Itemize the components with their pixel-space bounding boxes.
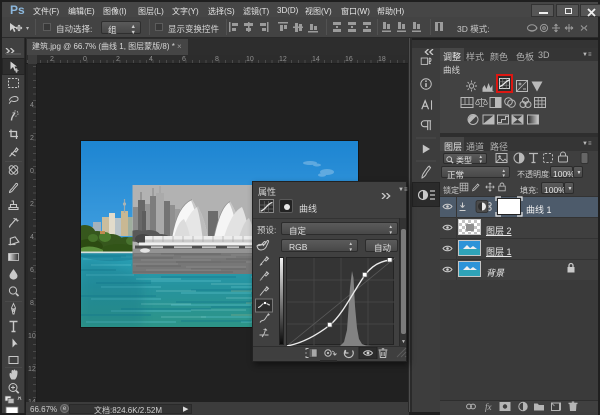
svg-text:fx: fx bbox=[485, 402, 492, 412]
